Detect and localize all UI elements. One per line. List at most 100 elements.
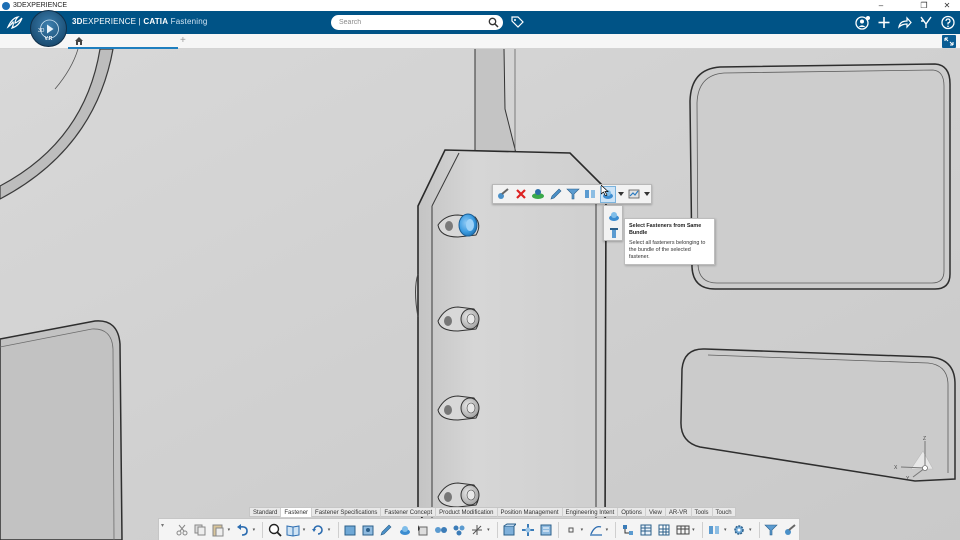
sweep-button[interactable] (587, 521, 604, 539)
share-icon[interactable] (897, 15, 913, 30)
fastener-stack-icon (609, 227, 618, 238)
fastener-command-button[interactable] (519, 521, 536, 539)
update-button[interactable] (310, 521, 327, 539)
chevron-down-icon[interactable]: ▾ (606, 527, 611, 533)
add-tab-button[interactable]: + (180, 35, 186, 46)
book-button[interactable] (285, 521, 302, 539)
workbench-tab[interactable]: Standard (250, 508, 282, 517)
copy-button[interactable] (191, 521, 208, 539)
brand-experience: EXPERIENCE (82, 17, 137, 26)
chevron-down-icon[interactable]: ▾ (724, 527, 729, 533)
user-icon[interactable] (855, 15, 871, 30)
workbench-tab[interactable]: Fastener Specifications (312, 508, 382, 517)
chevron-down-icon[interactable]: ▾ (749, 527, 754, 533)
plus-icon[interactable] (876, 15, 892, 30)
fastener-filter-button[interactable] (565, 186, 581, 203)
chevron-down-icon[interactable] (643, 186, 651, 203)
fastener-command-button[interactable] (469, 521, 486, 539)
minimize-button[interactable]: – (870, 0, 892, 11)
fastener-command-button[interactable] (619, 521, 636, 539)
fastener-filter-button[interactable] (763, 521, 780, 539)
fastener-command-button[interactable] (396, 521, 413, 539)
workbench-tab[interactable]: AR-VR (666, 508, 692, 517)
fastener-command-button[interactable] (656, 521, 673, 539)
search-input[interactable] (339, 16, 479, 29)
workbench-tab[interactable]: Fastener Concept (381, 508, 437, 517)
select-stack-submenu-item[interactable] (605, 224, 622, 241)
help-icon[interactable] (940, 15, 956, 30)
fastener-command-button[interactable] (451, 521, 468, 539)
tools-icon[interactable] (918, 15, 934, 30)
chevron-down-icon[interactable]: ▾ (253, 527, 258, 533)
search-icon[interactable] (488, 17, 499, 28)
pencil-button[interactable] (547, 186, 563, 203)
fastener-edit-button[interactable] (495, 186, 511, 203)
tag-icon[interactable] (510, 15, 524, 29)
delete-button[interactable] (512, 186, 528, 203)
workbench-tab[interactable]: Options (618, 508, 646, 517)
fastener-command-button[interactable] (501, 521, 518, 539)
separator (758, 521, 760, 538)
app-window: 3DEXPERIENCE – ❐ ✕ 3DEXPERIENCE | CATIA … (0, 0, 960, 540)
undo-icon (236, 523, 248, 536)
fastener-pair-icon (435, 526, 448, 533)
3d-scene (0, 49, 960, 540)
settings-button[interactable] (731, 521, 748, 539)
select-bundle-submenu-item[interactable] (605, 207, 622, 224)
fastener-command-button[interactable] (638, 521, 655, 539)
paste-icon (212, 524, 224, 536)
workbench-tab[interactable]: Fastener (281, 508, 313, 517)
chevron-down-icon[interactable]: ▾ (228, 527, 233, 533)
search-box[interactable] (331, 15, 503, 30)
tab-home[interactable] (68, 34, 178, 49)
fastener-command-button[interactable] (706, 521, 723, 539)
workbench-tabs: Standard Fastener Fastener Specifications F… (249, 507, 736, 517)
zoom-button[interactable] (266, 521, 283, 539)
workbench-tab[interactable]: Tools (692, 508, 713, 517)
chevron-down-icon[interactable]: ▾ (303, 527, 308, 533)
fastener-multi-icon (585, 190, 596, 198)
fastener-command-button[interactable] (414, 521, 431, 539)
fastener-box-icon (344, 525, 356, 535)
ds-logo-icon[interactable] (6, 14, 24, 31)
copy-icon (194, 524, 206, 535)
pencil-button[interactable] (378, 521, 395, 539)
cut-button[interactable] (173, 521, 190, 539)
compass-widget[interactable]: 3D V.R (30, 10, 67, 47)
workbench-tab[interactable]: View (646, 508, 666, 517)
fastener-filter-icon (764, 524, 779, 535)
tooltip-body: Select all fasteners belonging to the bu… (629, 240, 706, 260)
workbench-tab[interactable]: Touch (713, 508, 735, 517)
fastener-cube-icon (503, 523, 517, 535)
chevron-down-icon[interactable] (617, 186, 625, 203)
close-button[interactable]: ✕ (936, 0, 958, 11)
fastener-edit-button[interactable] (781, 521, 798, 539)
action-bar-grip-icon[interactable]: ▾ (161, 522, 169, 530)
workbench-tab[interactable]: Position Management (498, 508, 563, 517)
triad-y-label: Y (906, 476, 910, 481)
workbench-tab[interactable]: Engineering Intent (563, 508, 619, 517)
fullscreen-icon[interactable] (942, 35, 956, 48)
table-button[interactable] (674, 521, 691, 539)
fastener-multi-button[interactable] (582, 186, 598, 203)
fastener-sheet-icon (540, 524, 552, 535)
chevron-down-icon[interactable]: ▾ (692, 527, 697, 533)
fastener-green-button[interactable] (530, 186, 546, 203)
axis-triad[interactable]: Z X Y (893, 433, 941, 481)
point-button[interactable] (562, 521, 579, 539)
paste-button[interactable] (209, 521, 226, 539)
workbench-tab[interactable]: Product Modification (436, 508, 498, 517)
fastener-command-button[interactable] (432, 521, 449, 539)
undo-button[interactable] (234, 521, 251, 539)
separator (262, 521, 264, 538)
chevron-down-icon[interactable]: ▾ (581, 527, 586, 533)
fastener-command-button[interactable] (360, 521, 377, 539)
analysis-button[interactable] (626, 186, 642, 203)
chevron-down-icon[interactable]: ▾ (487, 527, 492, 533)
home-icon[interactable] (74, 36, 84, 46)
maximize-button[interactable]: ❐ (913, 0, 935, 11)
3d-viewport[interactable] (0, 49, 960, 540)
fastener-command-button[interactable] (537, 521, 554, 539)
chevron-down-icon[interactable]: ▾ (328, 527, 333, 533)
fastener-command-button[interactable] (341, 521, 358, 539)
